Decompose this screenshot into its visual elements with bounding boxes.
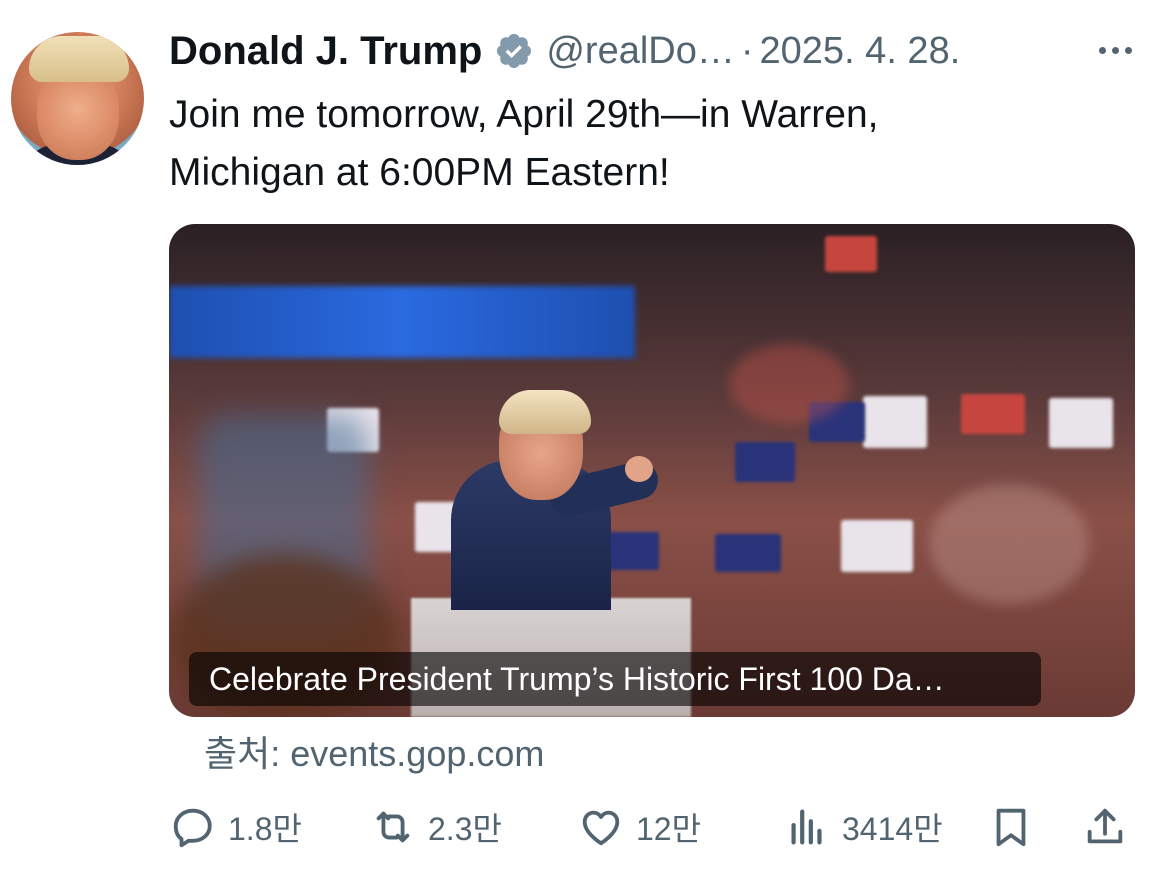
share-button[interactable]	[1082, 795, 1128, 859]
retweet-count: 2.3만	[428, 811, 502, 847]
action-bar: 1.8만 2.3만 12만 3414만	[0, 795, 1163, 859]
verified-badge-icon[interactable]	[494, 31, 534, 71]
retweet-button[interactable]: 2.3만	[370, 795, 502, 859]
views-button[interactable]: 3414만	[784, 795, 943, 859]
crowd-blur	[729, 344, 849, 424]
share-icon	[1087, 808, 1123, 844]
card-headline: Celebrate President Trump’s Historic Fir…	[189, 652, 1041, 706]
crowd-blur	[929, 484, 1089, 604]
reply-icon	[173, 808, 212, 848]
like-count: 12만	[636, 811, 702, 847]
crowd-sign	[863, 396, 927, 448]
speaker-hand	[625, 456, 653, 482]
crowd-sign	[715, 534, 781, 572]
crowd-sign	[841, 520, 913, 572]
reply-button[interactable]: 1.8만	[170, 795, 302, 859]
more-options-icon[interactable]	[1091, 30, 1139, 70]
retweet-icon	[376, 811, 410, 843]
heart-icon	[582, 810, 620, 846]
tweet-text-line: Join me tomorrow, April 29th—in Warren,	[169, 93, 879, 136]
arena-screen	[169, 286, 635, 358]
author-handle[interactable]: @realDo…	[546, 30, 735, 73]
bookmark-icon	[996, 808, 1026, 847]
author-avatar[interactable]	[11, 32, 144, 165]
crowd-sign	[1049, 398, 1113, 448]
crowd-sign	[825, 236, 877, 272]
crowd-sign	[961, 394, 1025, 434]
link-card[interactable]: Celebrate President Trump’s Historic Fir…	[169, 224, 1135, 717]
avatar-hair	[29, 36, 129, 82]
tweet[interactable]: Donald J. Trump @realDo… · 2025. 4. 28. …	[0, 0, 1163, 893]
card-source-link[interactable]: 출처: events.gop.com	[204, 730, 544, 778]
separator-dot: ·	[740, 29, 754, 72]
tweet-text-line: Michigan at 6:00PM Eastern!	[169, 151, 670, 194]
tweet-header: Donald J. Trump @realDo… · 2025. 4. 28.	[169, 24, 1143, 78]
bookmark-button[interactable]	[988, 795, 1034, 859]
view-count: 3414만	[842, 811, 943, 847]
author-name[interactable]: Donald J. Trump	[169, 29, 482, 74]
reply-count: 1.8만	[228, 811, 302, 847]
crowd-sign	[735, 442, 795, 482]
speaker-hair	[499, 390, 591, 434]
tweet-date[interactable]: 2025. 4. 28.	[760, 30, 961, 73]
like-button[interactable]: 12만	[578, 795, 701, 859]
tweet-text: Join me tomorrow, April 29th—in Warren, …	[169, 86, 1069, 202]
views-chart-icon	[791, 809, 822, 845]
